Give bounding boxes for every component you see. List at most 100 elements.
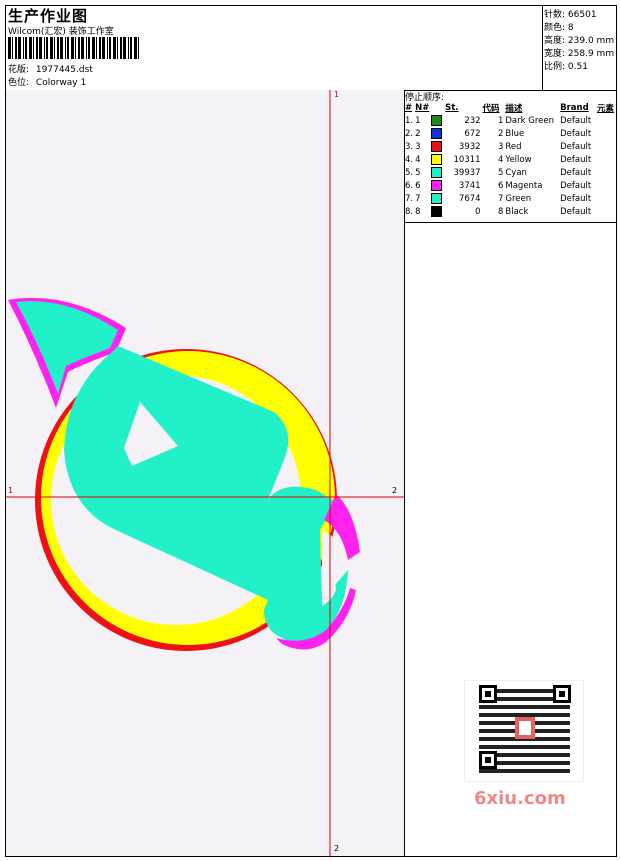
row-stitches: 3741 [458, 180, 481, 191]
row-code: 5 [497, 167, 504, 178]
row-stitches: 672 [464, 128, 481, 139]
row-index: 3. [405, 141, 414, 152]
colorway-row: 色位: Colorway 1 [8, 75, 86, 88]
row-brand: Default [560, 193, 592, 204]
color-swatch [431, 180, 443, 191]
watermark-text: 6xiu.com [474, 788, 566, 809]
row-swatch [430, 127, 444, 140]
thread-row: 8. 8 0 8 Black Default [404, 205, 615, 218]
row-swatch [430, 179, 444, 192]
row-index: 8. [405, 206, 414, 217]
axis-label-bottom: 2 [334, 844, 340, 853]
row-swatch [430, 166, 444, 179]
row-needle: 1 [415, 115, 421, 126]
row-stitches: 0 [475, 206, 481, 217]
thread-table-header: # N# St. 代码 描述 Brand 元素 [404, 101, 615, 114]
design-label: 花版: [8, 65, 30, 75]
row-index: 5. [405, 167, 414, 178]
row-stitches: 3932 [458, 141, 481, 152]
colorway-label: 色位: [8, 78, 30, 88]
row-element [596, 166, 615, 179]
row-element [596, 153, 615, 166]
row-code: 1 [497, 115, 504, 126]
row-brand: Default [560, 180, 592, 191]
row-brand: Default [560, 154, 592, 165]
row-brand: Default [560, 115, 592, 126]
thread-row: 5. 5 39937 5 Cyan Default [404, 166, 615, 179]
row-needle: 2 [415, 128, 421, 139]
row-brand: Default [560, 128, 592, 139]
thread-table: # N# St. 代码 描述 Brand 元素 1. 1 232 1 Dark Gree… [404, 101, 615, 218]
row-description: Dark Green [505, 115, 554, 126]
row-description: Cyan [505, 167, 527, 178]
row-description: Magenta [505, 180, 543, 191]
spec-box: 针数: 66501 颜色: 8 高度: 239.0 mm 宽度: 258.9 m… [542, 6, 617, 90]
spec-colors: 颜色: 8 [544, 23, 574, 33]
row-element [596, 179, 615, 192]
col-swatch [430, 101, 444, 114]
row-element [596, 192, 615, 205]
row-code: 7 [497, 193, 504, 204]
color-swatch [431, 167, 443, 178]
row-description: Red [505, 141, 522, 152]
row-description: Black [505, 206, 529, 217]
row-code: 4 [497, 154, 504, 165]
row-code: 8 [497, 206, 504, 217]
row-description: Green [505, 193, 532, 204]
row-needle: 7 [415, 193, 421, 204]
row-brand: Default [560, 141, 592, 152]
design-preview: 1 1 2 2 [6, 90, 404, 856]
row-index: 7. [405, 193, 414, 204]
header-panel: 生产作业图 Wilcom(汇宏) 装饰工作室 花版: 1977445.dst 色… [6, 6, 616, 91]
spec-scale: 比例: 0.51 [544, 62, 588, 72]
color-swatch [431, 193, 443, 204]
spec-height: 高度: 239.0 mm [544, 36, 615, 46]
logo-artwork [8, 297, 360, 651]
thread-row: 3. 3 3932 3 Red Default [404, 140, 615, 153]
row-code: 6 [497, 180, 504, 191]
row-needle: 3 [415, 141, 421, 152]
row-swatch [430, 192, 444, 205]
row-code: 2 [497, 128, 504, 139]
row-swatch [430, 114, 444, 127]
row-brand: Default [560, 167, 592, 178]
axis-label-top: 1 [334, 90, 340, 99]
color-swatch [431, 115, 443, 126]
col-index: # [405, 102, 413, 113]
thread-row: 1. 1 232 1 Dark Green Default [404, 114, 615, 127]
col-element: 元素 [596, 103, 614, 114]
company-name: Wilcom(汇宏) 装饰工作室 [8, 27, 114, 37]
qr-code-image [464, 680, 584, 782]
row-description: Yellow [505, 154, 532, 165]
row-stitches: 7674 [458, 193, 481, 204]
row-description: Blue [505, 128, 525, 139]
axis-label-right: 2 [392, 486, 398, 495]
row-element [596, 127, 615, 140]
colorway-value: Colorway 1 [35, 78, 87, 88]
row-index: 4. [405, 154, 414, 165]
row-stitches: 232 [464, 115, 481, 126]
axis-label-left: 1 [8, 486, 14, 495]
col-code: 代码 [482, 103, 500, 114]
page-title: 生产作业图 [8, 7, 89, 25]
col-brand: Brand [560, 102, 589, 113]
col-description: 描述 [505, 103, 523, 114]
thread-row: 7. 7 7674 7 Green Default [404, 192, 615, 205]
row-index: 2. [405, 128, 414, 139]
row-needle: 5 [415, 167, 421, 178]
color-swatch [431, 154, 443, 165]
row-swatch [430, 140, 444, 153]
row-stitches: 39937 [453, 167, 481, 178]
row-needle: 6 [415, 180, 421, 191]
row-needle: 8 [415, 206, 421, 217]
row-index: 1. [405, 115, 414, 126]
color-swatch [431, 141, 443, 152]
row-stitches: 10311 [453, 154, 481, 165]
color-swatch [431, 128, 443, 139]
row-element [596, 140, 615, 153]
row-element [596, 205, 615, 218]
col-needle: N# [415, 102, 430, 113]
spec-width: 宽度: 258.9 mm [544, 49, 615, 59]
design-file-row: 花版: 1977445.dst [8, 62, 93, 75]
color-swatch [431, 206, 443, 217]
